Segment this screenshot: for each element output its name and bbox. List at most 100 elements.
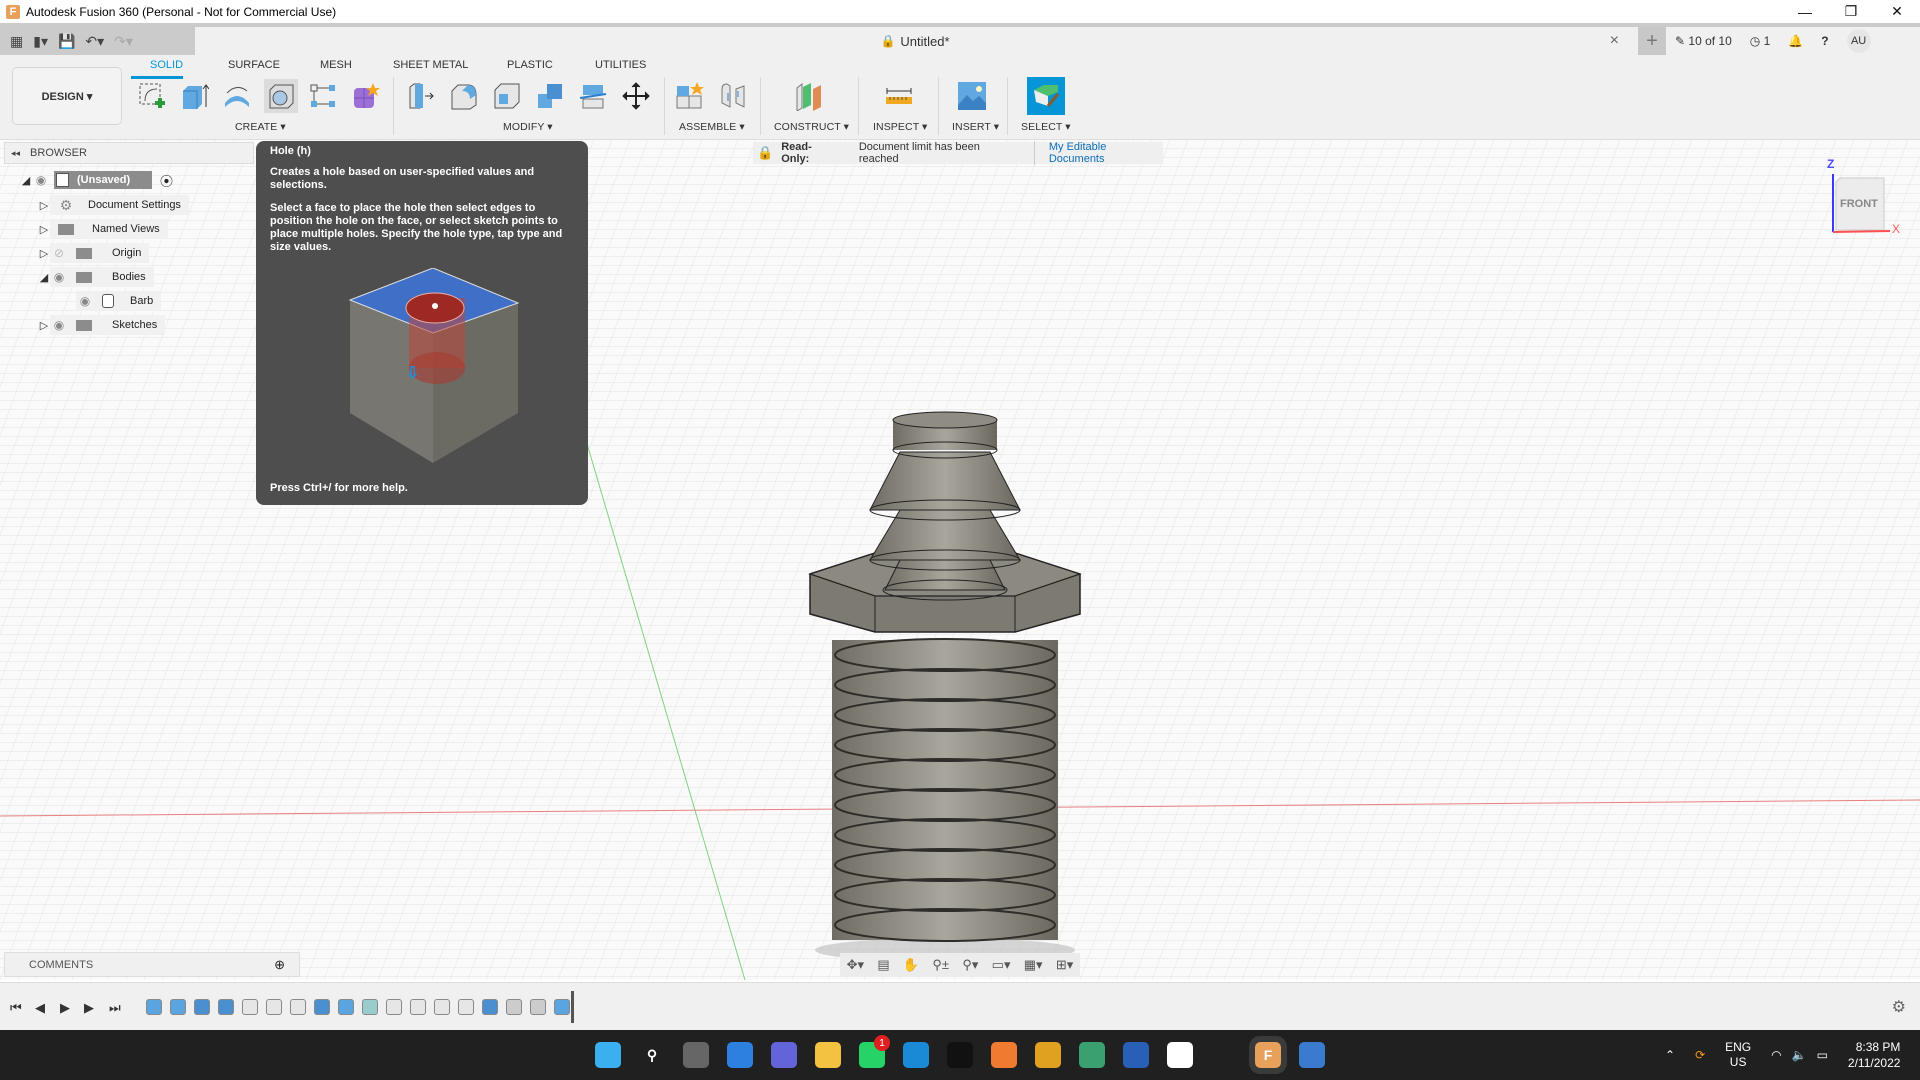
inkscape-taskbar-icon[interactable]	[1211, 1042, 1237, 1068]
browser-item-bodies[interactable]: ◢ ◉ Bodies	[38, 267, 154, 287]
show-hidden-icons[interactable]: ⌃	[1665, 1048, 1675, 1062]
minimize-button[interactable]: —	[1782, 0, 1828, 23]
split-body-button[interactable]	[576, 79, 610, 113]
expand-triangle-icon[interactable]: ◢	[38, 271, 50, 284]
file-explorer-taskbar-icon[interactable]	[815, 1042, 841, 1068]
hidden-eye-icon[interactable]: ⊘	[50, 246, 68, 260]
timeline-feature[interactable]	[530, 999, 546, 1015]
select-button[interactable]	[1027, 77, 1065, 115]
search-taskbar-icon[interactable]: ⚲	[639, 1042, 665, 1068]
new-tab-button[interactable]: +	[1638, 27, 1666, 55]
visibility-eye-icon[interactable]: ◉	[50, 270, 68, 284]
clock[interactable]: 8:38 PM 2/11/2022	[1848, 1039, 1901, 1071]
new-component-button[interactable]	[672, 79, 706, 113]
construct-menu[interactable]: CONSTRUCT ▾	[774, 121, 849, 133]
task-view-taskbar-icon[interactable]	[683, 1042, 709, 1068]
document-count[interactable]: ✎ 10 of 10	[1675, 34, 1732, 48]
hole-button[interactable]	[264, 79, 298, 113]
close-tab-button[interactable]: ×	[1610, 32, 1619, 50]
volume-icon[interactable]: 🔈	[1792, 1048, 1807, 1062]
expand-triangle-icon[interactable]: ◢	[20, 174, 32, 187]
virtualbox-taskbar-icon[interactable]	[1123, 1042, 1149, 1068]
look-at-icon[interactable]: ▤	[877, 957, 889, 973]
view-cube[interactable]: Z X FRONT	[1826, 157, 1906, 240]
shell-button[interactable]	[490, 79, 524, 113]
expand-triangle-icon[interactable]: ▷	[38, 319, 50, 332]
battery-icon[interactable]: ▭	[1817, 1048, 1828, 1062]
tab-sheet-metal[interactable]: SHEET METAL	[393, 59, 468, 71]
browser-item-document-settings[interactable]: ▷ ⚙ Document Settings	[38, 195, 189, 215]
timeline-feature[interactable]	[170, 999, 186, 1015]
insert-menu[interactable]: INSERT ▾	[952, 121, 999, 133]
go-to-start-icon[interactable]: ⏮	[10, 1000, 22, 1016]
browser-item-barb[interactable]: ◉ Barb	[76, 291, 162, 311]
edge-taskbar-icon[interactable]	[903, 1042, 929, 1068]
fillet-button[interactable]	[447, 79, 481, 113]
joint-button[interactable]	[716, 79, 750, 113]
notifications-icon[interactable]: 🔔	[1788, 34, 1803, 48]
start-taskbar-icon[interactable]	[595, 1042, 621, 1068]
extrude-button[interactable]	[177, 79, 211, 113]
timeline-feature[interactable]	[314, 999, 330, 1015]
timeline-feature[interactable]	[410, 999, 426, 1015]
fusion-360-taskbar-icon[interactable]: F	[1249, 1036, 1287, 1074]
orbit-icon[interactable]: ✥▾	[847, 957, 864, 973]
slack-taskbar-icon[interactable]	[1167, 1042, 1193, 1068]
tab-mesh[interactable]: MESH	[320, 59, 352, 71]
language-indicator[interactable]: ENG US	[1725, 1040, 1751, 1070]
visibility-eye-icon[interactable]: ◉	[76, 294, 94, 308]
timeline-feature[interactable]	[194, 999, 210, 1015]
timeline-feature[interactable]	[266, 999, 282, 1015]
timeline-feature[interactable]	[146, 999, 162, 1015]
timeline-settings-icon[interactable]: ⚙	[1892, 997, 1906, 1017]
data-panel-icon[interactable]: ▦	[10, 33, 23, 50]
timeline-feature[interactable]	[506, 999, 522, 1015]
create-form-button[interactable]	[348, 79, 382, 113]
sync-icon[interactable]: ⟳	[1695, 1048, 1705, 1062]
tab-plastic[interactable]: PLASTIC	[507, 59, 553, 71]
timeline-feature[interactable]	[362, 999, 378, 1015]
terminal-taskbar-icon[interactable]	[947, 1042, 973, 1068]
atom-taskbar-icon[interactable]	[1079, 1042, 1105, 1068]
collapse-browser-icon[interactable]: ◂◂	[11, 148, 20, 159]
maximize-button[interactable]: ❐	[1828, 0, 1874, 23]
step-forward-icon[interactable]: ▶	[84, 1000, 94, 1016]
timeline-feature[interactable]	[242, 999, 258, 1015]
play-icon[interactable]: ▶	[60, 1000, 70, 1016]
save-icon[interactable]: 💾	[58, 33, 75, 50]
widgets-taskbar-icon[interactable]	[727, 1042, 753, 1068]
help-icon[interactable]: ?	[1821, 34, 1828, 48]
file-menu-icon[interactable]: ▮▾	[33, 33, 48, 50]
timeline-feature[interactable]	[338, 999, 354, 1015]
timeline-feature[interactable]	[554, 999, 570, 1015]
create-sketch-button[interactable]	[135, 79, 169, 113]
chrome-taskbar-icon[interactable]	[1035, 1042, 1061, 1068]
offset-plane-button[interactable]	[792, 79, 826, 113]
add-comment-icon[interactable]: ⊕	[274, 957, 285, 973]
xampp-taskbar-icon[interactable]	[991, 1042, 1017, 1068]
my-editable-documents-link[interactable]: My Editable Documents	[1049, 141, 1163, 165]
job-status[interactable]: ◷ 1	[1750, 34, 1771, 48]
settings-taskbar-icon[interactable]	[1299, 1042, 1325, 1068]
expand-triangle-icon[interactable]: ▷	[38, 247, 50, 260]
insert-canvas-button[interactable]	[955, 79, 989, 113]
expand-triangle-icon[interactable]: ▷	[38, 223, 50, 236]
tab-utilities[interactable]: UTILITIES	[595, 59, 646, 71]
revolve-button[interactable]	[220, 79, 254, 113]
timeline-feature[interactable]	[434, 999, 450, 1015]
wifi-icon[interactable]: ◠	[1771, 1048, 1781, 1062]
measure-button[interactable]	[882, 79, 916, 113]
timeline-feature[interactable]	[290, 999, 306, 1015]
browser-item-named-views[interactable]: ▷ Named Views	[38, 219, 168, 239]
barb-model[interactable]	[800, 410, 1090, 970]
comments-panel[interactable]: COMMENTS ⊕	[4, 952, 300, 977]
browser-item-root[interactable]: ◢ ◉ (Unsaved) ⦿	[20, 170, 173, 190]
combine-button[interactable]	[533, 79, 567, 113]
pattern-button[interactable]	[306, 79, 340, 113]
create-menu[interactable]: CREATE ▾	[235, 121, 286, 133]
select-menu[interactable]: SELECT ▾	[1021, 121, 1071, 133]
assemble-menu[interactable]: ASSEMBLE ▾	[679, 121, 745, 133]
user-avatar[interactable]: AU	[1846, 29, 1871, 53]
inspect-menu[interactable]: INSPECT ▾	[873, 121, 927, 133]
display-settings-icon[interactable]: ▭▾	[992, 957, 1011, 973]
